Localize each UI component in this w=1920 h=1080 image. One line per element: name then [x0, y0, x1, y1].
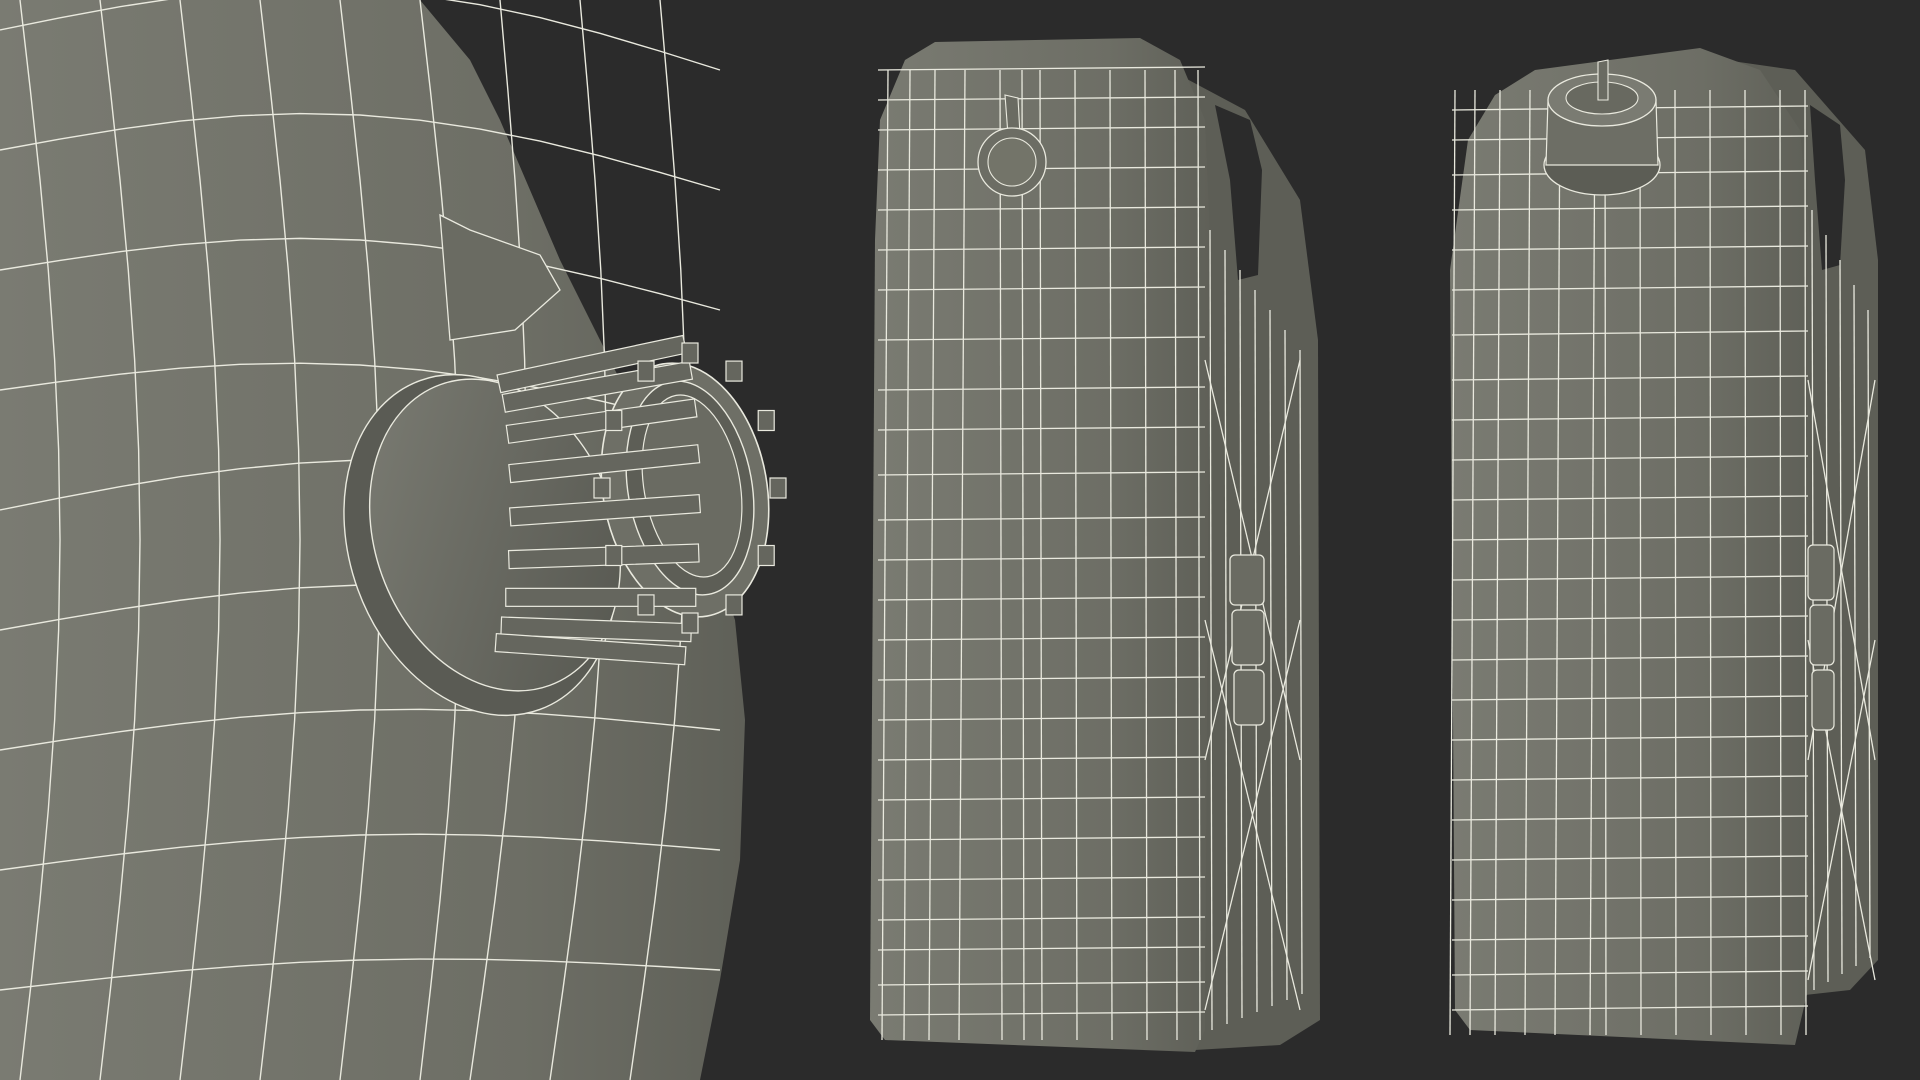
- front-view-cap-top: [1449, 48, 1878, 1045]
- front-view-cap-closed: [870, 38, 1320, 1052]
- render-viewport: [0, 0, 1920, 1080]
- right-side-clip: [1807, 544, 1835, 731]
- middle-side-clip: [1229, 554, 1265, 726]
- right-can-front: [1450, 48, 1810, 1045]
